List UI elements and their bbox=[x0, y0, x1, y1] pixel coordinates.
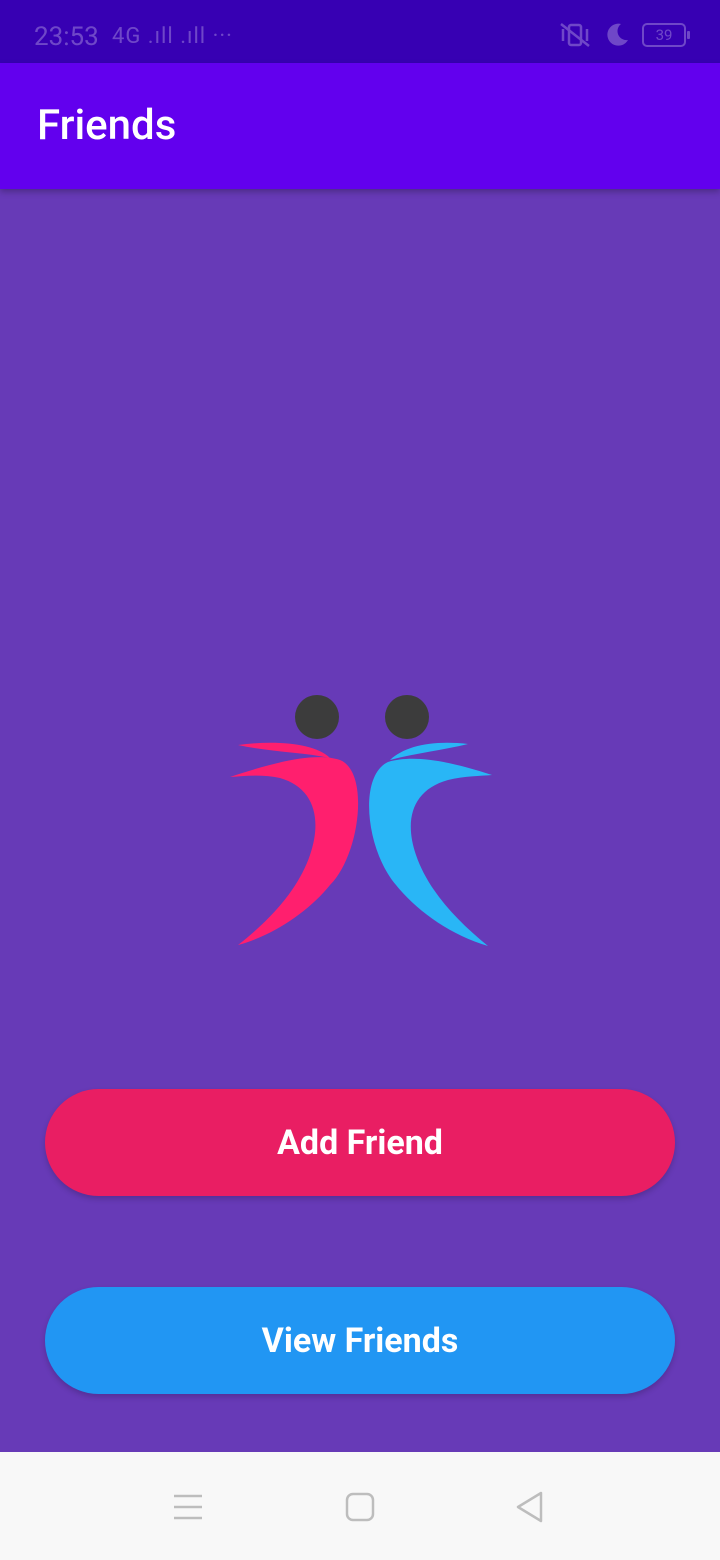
status-bar: 23:53 4G .ıll .ıll ··· 39 bbox=[0, 0, 720, 63]
status-time: 23:53 bbox=[34, 22, 99, 52]
menu-icon[interactable] bbox=[171, 1490, 205, 1524]
left-figure-arm bbox=[238, 742, 330, 758]
friends-logo bbox=[220, 680, 505, 960]
right-figure-head bbox=[385, 695, 429, 739]
app-bar: Friends bbox=[0, 63, 720, 189]
friends-logo-graphic bbox=[230, 695, 492, 946]
battery-icon: 39 bbox=[642, 23, 690, 47]
view-friends-button[interactable]: View Friends bbox=[45, 1287, 675, 1394]
home-icon[interactable] bbox=[343, 1490, 377, 1524]
back-icon[interactable] bbox=[513, 1490, 547, 1524]
right-figure-arm bbox=[390, 742, 468, 760]
network-signal-indicator: 4G .ıll .ıll ··· bbox=[112, 24, 233, 49]
do-not-disturb-moon-icon bbox=[607, 23, 628, 46]
left-figure-head bbox=[295, 695, 339, 739]
status-icons: 39 bbox=[558, 22, 690, 48]
add-friend-button[interactable]: Add Friend bbox=[45, 1089, 675, 1196]
right-figure-body bbox=[369, 758, 492, 946]
left-figure-body bbox=[230, 757, 359, 945]
vibrate-icon bbox=[560, 23, 590, 47]
page-title: Friends bbox=[37, 101, 177, 150]
